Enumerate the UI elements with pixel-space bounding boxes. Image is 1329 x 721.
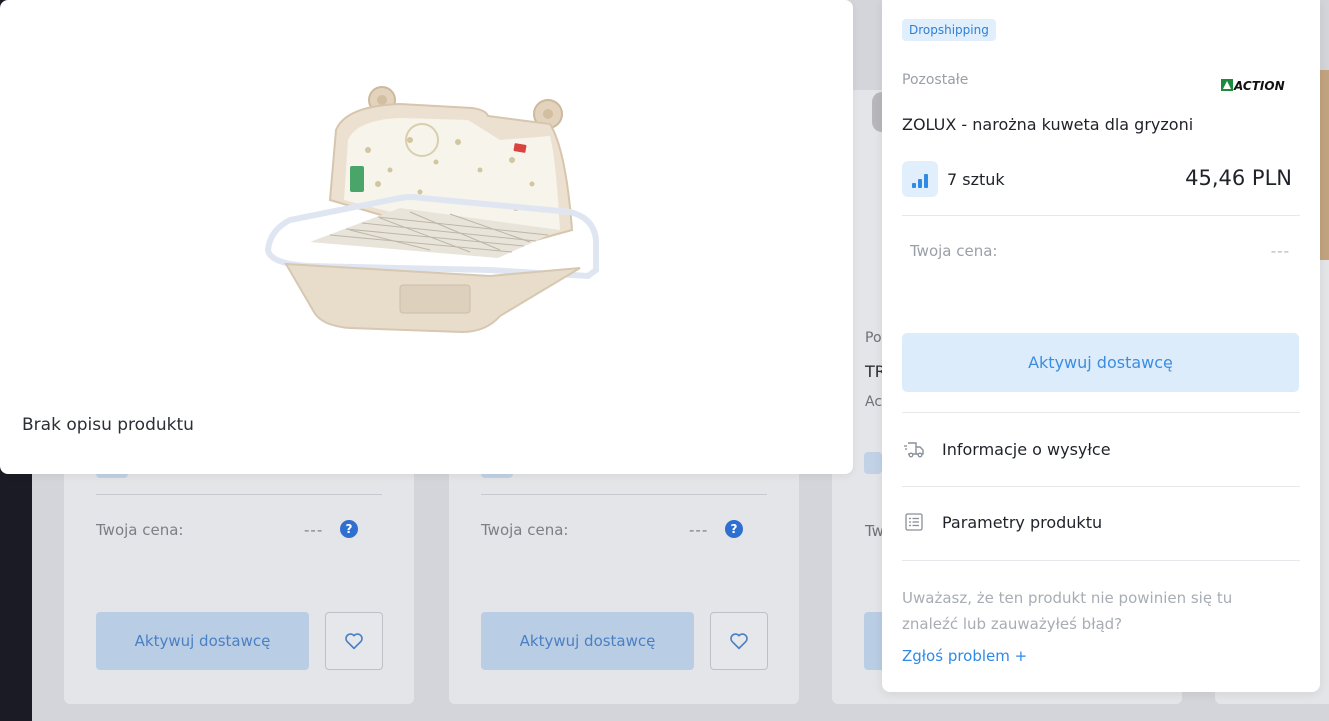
action-logo-icon: ACTION <box>1221 79 1285 92</box>
product-photo <box>264 86 599 334</box>
report-problem-text: Uważasz, że ten produkt nie powinien się… <box>902 589 1233 633</box>
your-price-value: --- <box>304 521 324 539</box>
list-icon <box>903 511 925 533</box>
your-price-value: --- <box>1270 242 1290 260</box>
card-divider <box>481 494 767 495</box>
truck-icon <box>903 438 925 460</box>
card-category-fragment: Po <box>865 330 882 346</box>
your-price-value: --- <box>689 521 709 539</box>
product-detail-panel: Dropshipping Pozostałe ACTION ZOLUX - na… <box>882 0 1320 692</box>
shipping-info-row[interactable]: Informacje o wysyłce <box>902 419 1300 479</box>
product-description: Brak opisu produktu <box>22 415 194 435</box>
shipping-info-label: Informacje o wysyłce <box>942 439 1111 459</box>
your-price-label: Twoja cena: <box>96 521 184 539</box>
activate-supplier-button[interactable]: Aktywuj dostawcę <box>481 612 694 670</box>
product-params-label: Parametry produktu <box>942 512 1103 532</box>
divider <box>902 560 1300 561</box>
activate-supplier-button[interactable]: Aktywuj dostawcę <box>902 333 1299 392</box>
report-problem-link[interactable]: Zgłoś problem + <box>902 647 1027 665</box>
svg-text:ACTION: ACTION <box>1233 79 1285 92</box>
activate-supplier-button[interactable]: Aktywuj dostawcę <box>96 612 309 670</box>
favorite-button[interactable] <box>325 612 383 670</box>
stock-chip <box>864 452 882 474</box>
product-image-modal: Brak opisu produktu <box>0 0 853 474</box>
stock-level-icon <box>902 161 938 197</box>
divider <box>902 486 1300 487</box>
product-card: Twoja cena: --- ? Aktywuj dostawcę <box>449 440 799 704</box>
favorite-button[interactable] <box>710 612 768 670</box>
heart-icon <box>730 633 748 650</box>
product-name: ZOLUX - narożna kuweta dla gryzoni <box>902 115 1194 134</box>
card-divider <box>96 494 382 495</box>
heart-icon <box>345 633 363 650</box>
dropshipping-badge: Dropshipping <box>902 19 996 41</box>
product-category: Pozostałe <box>902 72 969 88</box>
product-card: Twoja cena: --- ? Aktywuj dostawcę <box>64 440 414 704</box>
help-icon[interactable]: ? <box>725 520 743 538</box>
your-price-label: Twoja cena: <box>481 521 569 539</box>
help-icon[interactable]: ? <box>340 520 358 538</box>
your-price-label: Twoja cena: <box>910 242 998 260</box>
card-subtitle-fragment: Ac <box>865 394 883 410</box>
product-thumbnail <box>1320 70 1329 260</box>
stock-quantity: 7 sztuk <box>947 170 1005 189</box>
divider <box>902 215 1300 216</box>
product-params-row[interactable]: Parametry produktu <box>902 492 1300 552</box>
product-price: 45,46 PLN <box>1185 166 1292 190</box>
divider <box>902 412 1300 413</box>
